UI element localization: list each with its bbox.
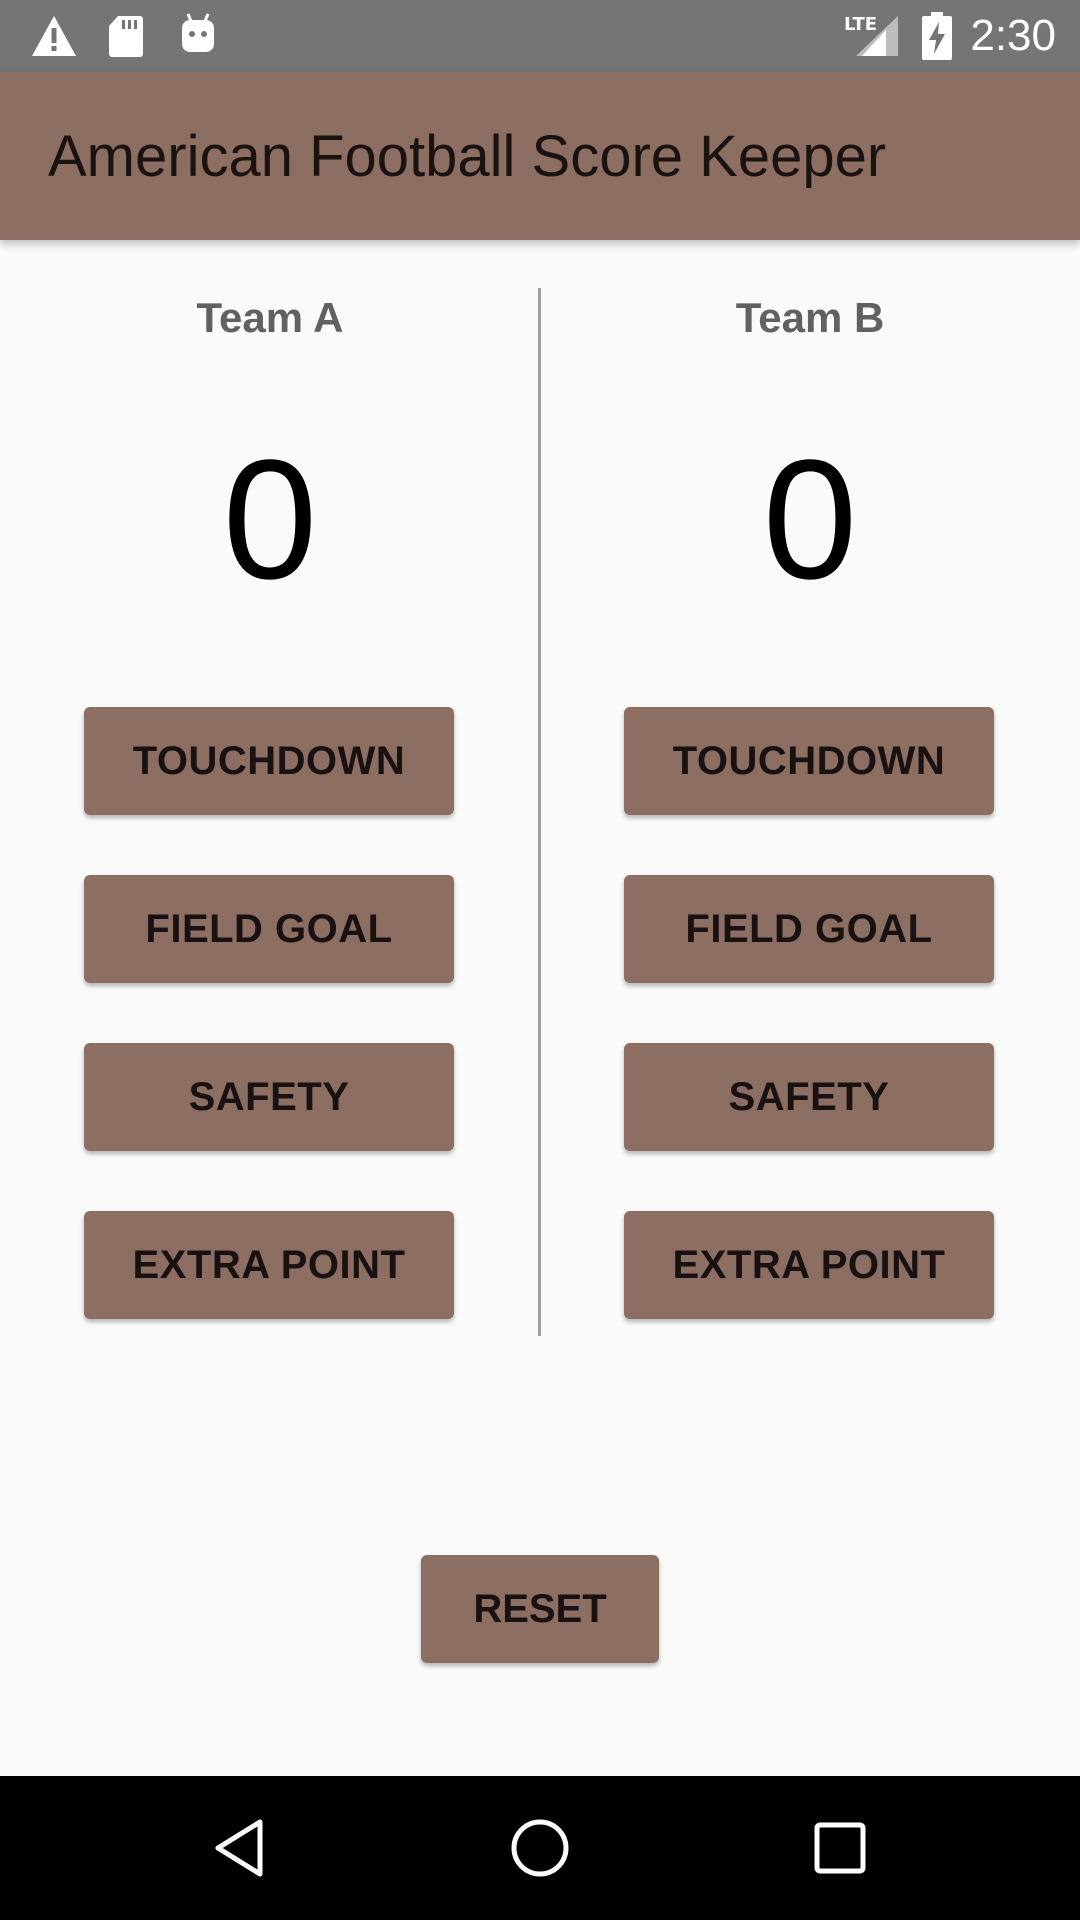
app-title: American Football Score Keeper [48, 124, 887, 189]
team-b-safety-button[interactable]: SAFETY [624, 1043, 994, 1151]
back-icon[interactable] [204, 1812, 276, 1884]
team-b-extra-point-button[interactable]: EXTRA POINT [624, 1211, 994, 1319]
sd-card-icon [108, 14, 144, 63]
recents-icon[interactable] [804, 1812, 876, 1884]
screen: LTE 2:30 American Football Score Keeper … [0, 0, 1080, 1920]
status-time: 2:30 [970, 11, 1056, 60]
navigation-bar [0, 1776, 1080, 1920]
team-b-score: 0 [762, 425, 858, 615]
team-a-name: Team A [196, 294, 344, 341]
team-a-score: 0 [222, 425, 318, 615]
app-bar: American Football Score Keeper [0, 72, 1080, 240]
signal-icon: LTE [842, 12, 900, 63]
team-a-safety-button[interactable]: SAFETY [84, 1043, 454, 1151]
team-b-name: Team B [735, 294, 885, 341]
reset-button[interactable]: RESET [421, 1555, 659, 1663]
team-b-field-goal-button[interactable]: FIELD GOAL [624, 875, 994, 983]
status-bar: LTE 2:30 [0, 0, 1080, 72]
team-b-touchdown-button[interactable]: TOUCHDOWN [624, 707, 994, 815]
team-a-extra-point-button[interactable]: EXTRA POINT [84, 1211, 454, 1319]
team-a-touchdown-button[interactable]: TOUCHDOWN [84, 707, 454, 815]
team-a-field-goal-button[interactable]: FIELD GOAL [84, 875, 454, 983]
home-icon[interactable] [504, 1812, 576, 1884]
warning-icon [30, 14, 78, 63]
svg-text:LTE: LTE [844, 14, 877, 35]
battery-charging-icon [920, 12, 954, 65]
android-icon [180, 12, 216, 61]
